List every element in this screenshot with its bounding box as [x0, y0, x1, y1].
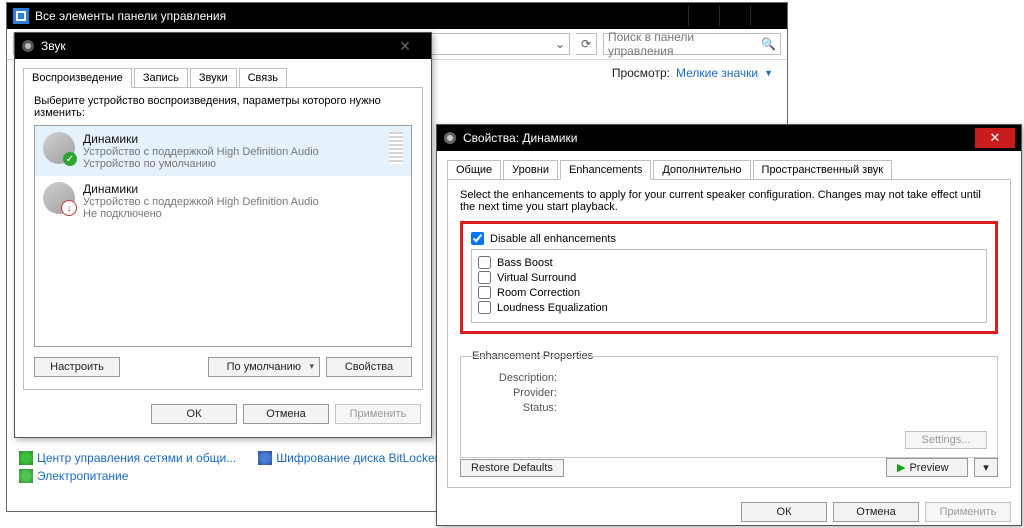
search-placeholder: Поиск в панели управления [608, 30, 761, 58]
provider-label: Provider: [471, 387, 557, 399]
playback-panel: Выберите устройство воспроизведения, пар… [23, 87, 423, 390]
preview-button[interactable]: ▶ Preview [886, 458, 968, 477]
disable-all-checkbox[interactable]: Disable all enhancements [471, 232, 987, 245]
power-icon [19, 469, 33, 483]
restore-defaults-button[interactable]: Restore Defaults [460, 459, 564, 477]
properties-tabs: Общие Уровни Enhancements Дополнительно … [447, 160, 1011, 180]
chevron-down-icon: ⌄ [555, 37, 569, 51]
checkbox-input[interactable] [471, 232, 484, 245]
device-list[interactable]: ✓ Динамики Устройство с поддержкой High … [34, 125, 412, 347]
bitlocker-icon [258, 451, 272, 465]
view-label: Просмотр: [612, 66, 670, 80]
close-button[interactable]: ✕ [975, 128, 1015, 148]
apply-button[interactable]: Применить [925, 502, 1011, 522]
search-icon: 🔍 [761, 37, 780, 51]
speaker-icon [443, 131, 457, 145]
search-input[interactable]: Поиск в панели управления 🔍 [603, 33, 781, 55]
enh-bass-boost[interactable]: Bass Boost [478, 256, 980, 269]
control-panel-title: Все элементы панели управления [35, 9, 226, 23]
link-bitlocker[interactable]: Шифрование диска BitLocker [258, 451, 438, 465]
tab-recording[interactable]: Запись [134, 68, 188, 87]
settings-button[interactable]: Settings... [905, 431, 987, 449]
enh-virtual-surround[interactable]: Virtual Surround [478, 271, 980, 284]
cancel-button[interactable]: Отмена [243, 404, 329, 424]
window-caption-buttons [688, 6, 781, 26]
speaker-icon [43, 182, 75, 214]
network-icon [19, 451, 33, 465]
tab-communications[interactable]: Связь [239, 68, 287, 87]
tab-general[interactable]: Общие [447, 160, 501, 179]
properties-footer: ОК Отмена Применить [437, 496, 1021, 528]
sound-tabs: Воспроизведение Запись Звуки Связь [23, 68, 423, 88]
status-disconnected-icon [61, 200, 77, 216]
properties-title: Свойства: Динамики [463, 131, 577, 145]
device-name: Динамики [83, 182, 319, 196]
speaker-icon: ✓ [43, 132, 75, 164]
tab-enhancements[interactable]: Enhancements [560, 160, 651, 180]
device-sub: Устройство с поддержкой High Definition … [83, 196, 319, 208]
sound-footer: ОК Отмена Применить [15, 398, 431, 430]
enhancements-list: Bass Boost Virtual Surround Room Correct… [471, 249, 987, 323]
ok-button[interactable]: ОК [741, 502, 827, 522]
configure-button[interactable]: Настроить [34, 357, 120, 377]
tab-advanced[interactable]: Дополнительно [653, 160, 750, 179]
refresh-button[interactable]: ⟳ [576, 33, 597, 55]
playback-hint: Выберите устройство воспроизведения, пар… [34, 95, 412, 119]
sound-titlebar[interactable]: Звук ✕ [15, 33, 431, 59]
control-panel-titlebar[interactable]: Все элементы панели управления [7, 3, 787, 29]
status-label: Status: [471, 402, 557, 414]
chevron-down-icon: ▼ [764, 68, 773, 78]
enh-room-correction[interactable]: Room Correction [478, 286, 980, 299]
close-button[interactable]: ✕ [385, 36, 425, 56]
highlighted-region: Disable all enhancements Bass Boost Virt… [460, 221, 998, 334]
level-meter [389, 132, 403, 164]
device-name: Динамики [83, 132, 319, 146]
play-icon: ▶ [897, 461, 905, 474]
cancel-button[interactable]: Отмена [833, 502, 919, 522]
sound-dialog: Звук ✕ Воспроизведение Запись Звуки Связ… [14, 32, 432, 438]
properties-titlebar[interactable]: Свойства: Динамики ✕ [437, 125, 1021, 151]
device-sub: Устройство с поддержкой High Definition … [83, 146, 319, 158]
tab-sounds[interactable]: Звуки [190, 68, 237, 87]
tab-spatial-sound[interactable]: Пространственный звук [753, 160, 893, 179]
enhancements-panel: Select the enhancements to apply for you… [447, 179, 1011, 488]
speaker-icon [21, 39, 35, 53]
device-status: Устройство по умолчанию [83, 158, 319, 170]
view-value[interactable]: Мелкие значки [676, 66, 758, 80]
sound-title: Звук [41, 39, 66, 53]
device-status: Не подключено [83, 208, 319, 220]
properties-button[interactable]: Свойства [326, 357, 412, 377]
minimize-button[interactable] [688, 6, 719, 26]
maximize-button[interactable] [719, 6, 750, 26]
set-default-button[interactable]: По умолчанию [208, 357, 320, 377]
desc-label: Description: [471, 372, 557, 384]
link-network-center[interactable]: Центр управления сетями и общи... [19, 451, 236, 465]
device-row[interactable]: ✓ Динамики Устройство с поддержкой High … [35, 126, 411, 176]
status-ok-icon: ✓ [63, 152, 77, 166]
close-button[interactable] [750, 6, 781, 26]
device-row[interactable]: Динамики Устройство с поддержкой High De… [35, 176, 411, 226]
enhancement-properties-group: Enhancement Properties Description: Prov… [460, 342, 998, 458]
enhancements-instruction: Select the enhancements to apply for you… [460, 189, 998, 213]
speaker-properties-dialog: Свойства: Динамики ✕ Общие Уровни Enhanc… [436, 124, 1022, 526]
ok-button[interactable]: ОК [151, 404, 237, 424]
apply-button[interactable]: Применить [335, 404, 421, 424]
tab-playback[interactable]: Воспроизведение [23, 68, 132, 88]
tab-levels[interactable]: Уровни [503, 160, 558, 179]
control-panel-icon [13, 8, 29, 24]
preview-dropdown-button[interactable]: ▾ [974, 458, 998, 477]
enh-loudness-eq[interactable]: Loudness Equalization [478, 301, 980, 314]
